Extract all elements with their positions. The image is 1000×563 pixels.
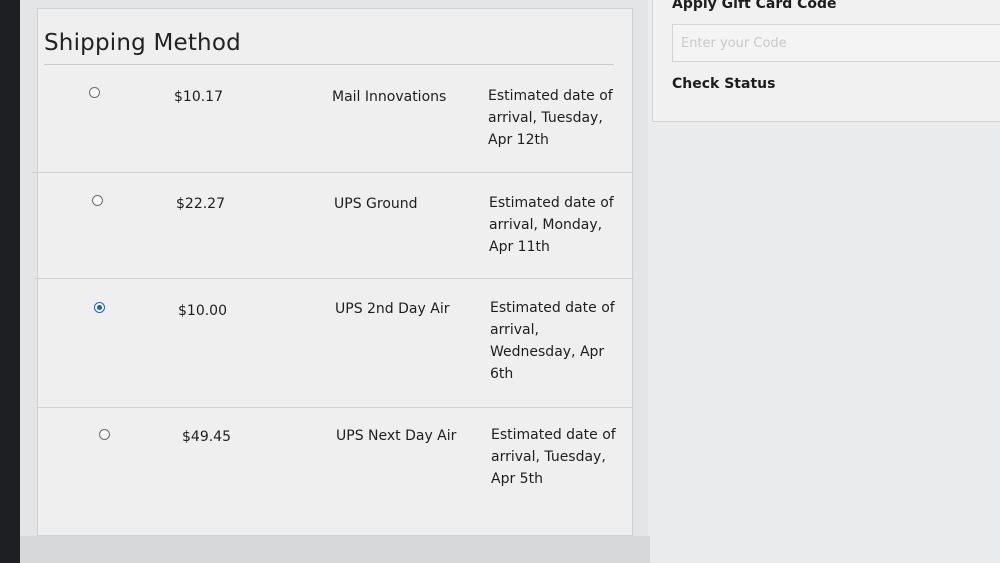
eta-line: arrival, Monday, [489,217,603,233]
shipping-option-price: $49.45 [182,429,231,445]
shipping-option-eta: Estimated date of arrival, Tuesday, Apr … [491,424,621,490]
shipping-option-radio[interactable] [92,195,103,206]
gift-card-code-input[interactable] [672,24,1000,62]
shipping-option-eta: Estimated date of arrival, Wednesday, Ap… [490,297,620,385]
shipping-option-carrier: UPS Ground [334,196,418,212]
shipping-option-carrier: UPS Next Day Air [336,428,457,444]
eta-line: Estimated date of [490,300,615,316]
eta-line: Estimated date of [491,427,616,443]
row-divider [37,407,633,408]
row-divider [34,278,634,279]
shipping-method-title: Shipping Method [44,30,241,56]
eta-line: Wednesday, Apr [490,344,605,360]
shipping-option-radio[interactable] [94,302,105,313]
gift-card-title: Apply Gift Card Code [672,0,837,12]
page-footer-strip [20,536,650,563]
eta-line: arrival, [490,322,539,338]
shipping-option-price: $10.17 [174,89,223,105]
shipping-option-price: $10.00 [178,303,227,319]
title-divider [44,64,614,65]
shipping-option-carrier: Mail Innovations [332,89,447,105]
eta-line: Estimated date of [488,88,613,104]
row-divider [32,172,632,173]
shipping-option-carrier: UPS 2nd Day Air [335,301,450,317]
shipping-option-price: $22.27 [176,196,225,212]
eta-line: Estimated date of [489,195,614,211]
shipping-option-eta: Estimated date of arrival, Tuesday, Apr … [488,85,618,151]
eta-line: 6th [490,366,514,382]
eta-line: Apr 11th [489,239,550,255]
check-status-link[interactable]: Check Status [672,76,775,92]
screen-bezel [0,0,20,563]
shipping-option-radio[interactable] [99,429,110,440]
eta-line: arrival, Tuesday, [491,449,606,465]
eta-line: Apr 5th [491,471,543,487]
eta-line: arrival, Tuesday, [488,110,603,126]
shipping-option-eta: Estimated date of arrival, Monday, Apr 1… [489,192,619,258]
shipping-option-radio[interactable] [89,87,100,98]
eta-line: Apr 12th [488,132,549,148]
